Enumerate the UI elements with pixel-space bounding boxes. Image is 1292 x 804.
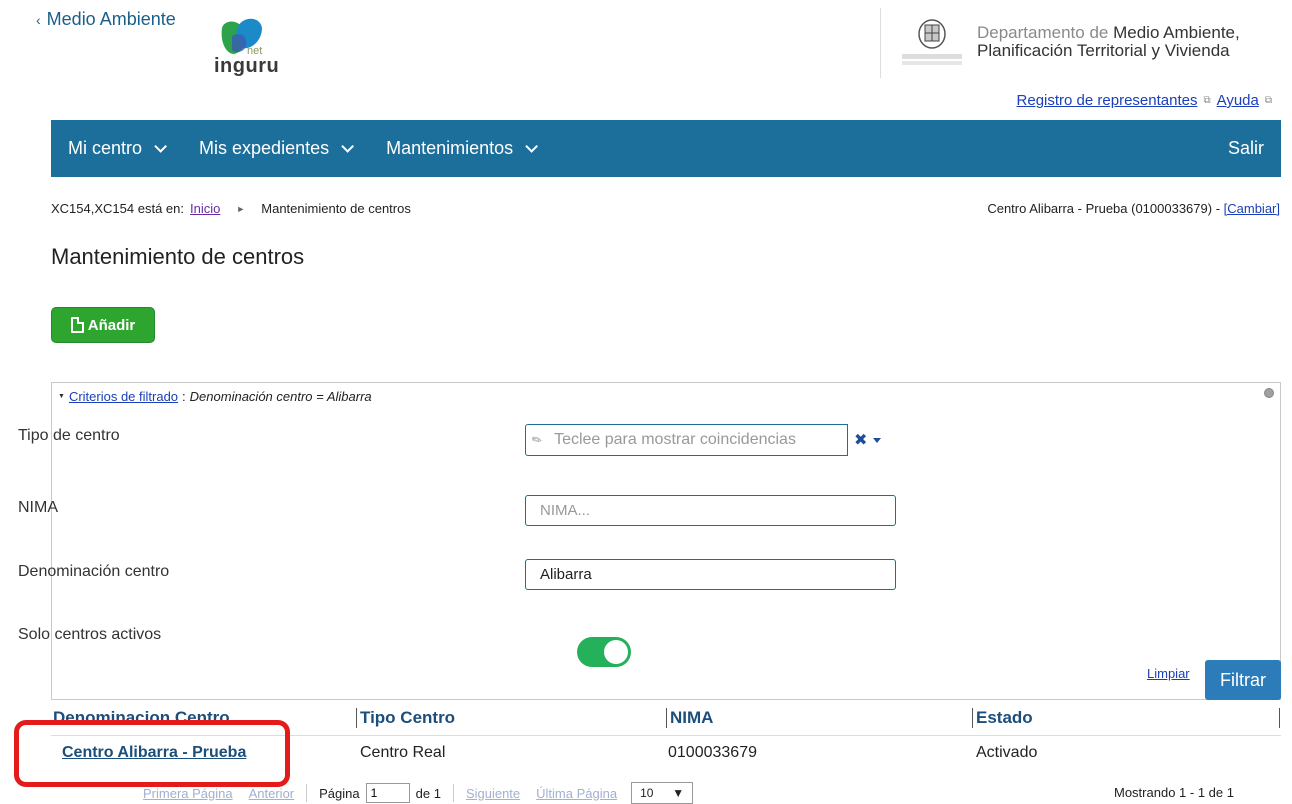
column-header-estado[interactable]: Estado [976, 708, 1033, 728]
department-name: Departamento de Medio Ambiente, Planific… [977, 23, 1240, 60]
main-navbar: Mi centro Mis expedientes Mantenimientos… [51, 120, 1281, 177]
ayuda-link[interactable]: Ayuda [1217, 92, 1259, 109]
chevron-down-icon [154, 140, 168, 153]
denominacion-input[interactable] [525, 559, 896, 590]
last-page-link[interactable]: Última Página [536, 786, 617, 801]
breadcrumb-user: XC154,XC154 está en: [51, 201, 184, 216]
logout-button[interactable]: Salir [1228, 138, 1264, 159]
top-links: Registro de representantes ⧉ Ayuda ⧉ [1017, 92, 1272, 109]
external-link-icon: ⧉ [1203, 95, 1211, 106]
toggle-knob [604, 640, 628, 664]
collapse-triangle-icon[interactable]: ▼ [58, 393, 65, 400]
clear-filters-link[interactable]: Limpiar [1147, 666, 1190, 681]
filter-button[interactable]: Filtrar [1205, 660, 1281, 700]
page-number-input[interactable] [365, 783, 410, 803]
prev-page-link[interactable]: Anterior [249, 786, 295, 801]
change-centro-link[interactable]: [Cambiar] [1224, 201, 1280, 216]
logo-text: inguru [214, 55, 280, 77]
header-divider [880, 8, 881, 78]
breadcrumb-home-link[interactable]: Inicio [190, 201, 220, 216]
back-link-label: Medio Ambiente [46, 9, 176, 29]
nav-mi-centro[interactable]: Mi centro [68, 138, 168, 159]
filter-header: ▼ Criterios de filtrado: Denominación ce… [58, 389, 372, 404]
new-document-icon [70, 317, 84, 333]
caret-down-icon[interactable] [873, 437, 882, 443]
back-link-medio-ambiente[interactable]: ‹ Medio Ambiente [36, 9, 176, 30]
close-circle-icon[interactable] [1264, 388, 1274, 398]
chevron-left-icon: ‹ [36, 11, 41, 28]
table-cell-estado: Activado [976, 744, 1038, 761]
caret-down-icon: ▼ [672, 786, 685, 800]
table-cell-tipo: Centro Real [360, 744, 446, 761]
tipo-centro-label: Tipo de centro [18, 427, 120, 444]
first-page-link[interactable]: Primera Página [143, 786, 233, 801]
solo-activos-toggle[interactable] [577, 637, 631, 667]
filter-criteria-summary: Denominación centro = Alibarra [189, 389, 372, 404]
column-separator [666, 708, 667, 728]
column-header-nima[interactable]: NIMA [670, 708, 713, 728]
tipo-centro-input[interactable] [554, 431, 845, 449]
page-title: Mantenimiento de centros [51, 244, 305, 269]
nima-input[interactable] [525, 495, 896, 526]
column-separator [972, 708, 973, 728]
external-link-icon: ⧉ [1264, 95, 1272, 106]
chevron-down-icon [525, 140, 539, 153]
table-cell-nima: 0100033679 [668, 744, 757, 761]
column-separator [1279, 708, 1280, 728]
page-size-select[interactable]: 10 ▼ [631, 782, 694, 804]
results-count: Mostrando 1 - 1 de 1 [1114, 785, 1234, 800]
nav-mantenimientos[interactable]: Mantenimientos [386, 138, 539, 159]
column-separator [356, 708, 357, 728]
denominacion-label: Denominación centro [18, 563, 170, 580]
next-page-link[interactable]: Siguiente [466, 786, 520, 801]
chevron-down-icon [341, 140, 355, 153]
clear-x-icon[interactable]: ✖ [854, 430, 867, 450]
nav-mis-expedientes[interactable]: Mis expedientes [199, 138, 355, 159]
breadcrumb: XC154,XC154 está en: Inicio ► Mantenimie… [51, 201, 411, 216]
registro-representantes-link[interactable]: Registro de representantes [1017, 92, 1198, 109]
government-seal-icon [902, 19, 962, 65]
filter-criteria-link[interactable]: Criterios de filtrado [69, 389, 178, 404]
highlight-annotation [14, 720, 290, 787]
tipo-centro-combobox: ✎ ✖ [525, 424, 882, 456]
breadcrumb-current: Mantenimiento de centros [261, 201, 411, 216]
pencil-icon: ✎ [529, 431, 545, 449]
breadcrumb-separator-icon: ► [236, 203, 246, 214]
nima-label: NIMA [18, 499, 58, 516]
column-header-tipo[interactable]: Tipo Centro [360, 708, 455, 728]
current-centro-info: Centro Alibarra - Prueba (0100033679) - … [987, 201, 1280, 216]
page-label: Página [319, 785, 360, 801]
page-total: de 1 [415, 785, 441, 801]
add-button[interactable]: Añadir [51, 307, 155, 343]
solo-activos-label: Solo centros activos [18, 626, 162, 643]
